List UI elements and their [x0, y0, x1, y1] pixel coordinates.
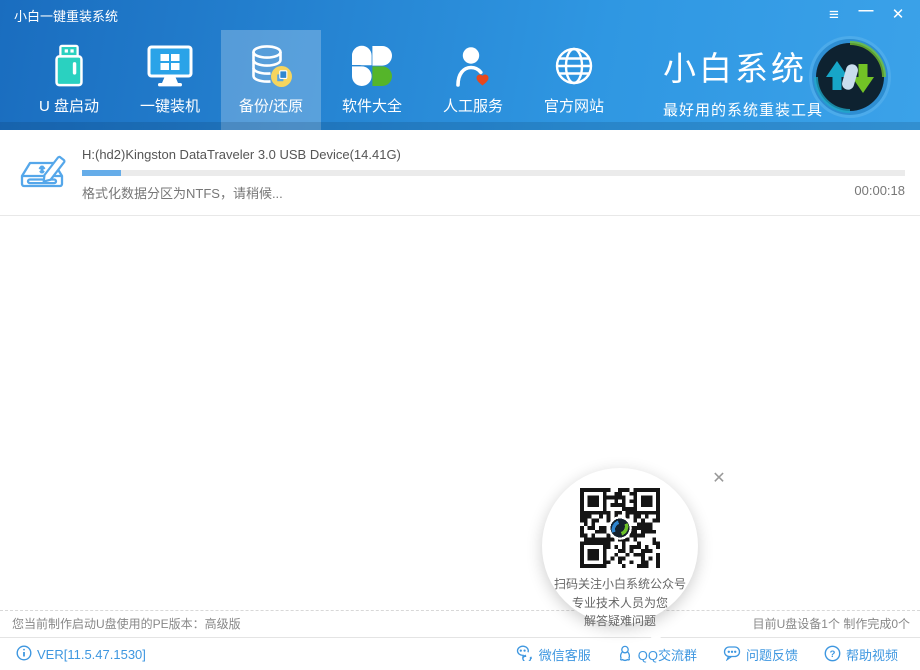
wechat-icon [516, 645, 534, 664]
tab-label: 软件大全 [342, 95, 402, 116]
disk-write-icon [16, 145, 70, 202]
elapsed-time: 00:00:18 [854, 183, 905, 198]
qr-close-icon[interactable]: ✕ [709, 469, 729, 489]
footer-link-label: 微信客服 [539, 645, 591, 664]
qr-caption-line: 解答疑难问题 [542, 612, 698, 631]
tab-one-key-install[interactable]: 一键装机 [120, 30, 220, 130]
qr-caption: 扫码关注小白系统公众号 专业技术人员为您 解答疑难问题 [542, 575, 698, 631]
qq-icon [617, 645, 633, 665]
close-icon[interactable]: ✕ [882, 0, 914, 30]
qq-group-link[interactable]: QQ交流群 [617, 645, 697, 665]
window-controls: ≡ — ✕ [818, 0, 914, 30]
qr-code [542, 488, 698, 573]
globe-icon [551, 41, 597, 91]
monitor-icon [146, 41, 194, 91]
nav-tabs: U 盘启动 一键装机 [19, 30, 625, 130]
person-heart-icon [450, 41, 496, 91]
footer-link-label: 问题反馈 [746, 645, 798, 664]
menu-icon[interactable]: ≡ [818, 0, 850, 30]
nav-bottom-band [0, 122, 920, 130]
tab-label: 官方网站 [544, 95, 604, 116]
help-icon: ? [824, 645, 841, 665]
titlebar: 小白一键重装系统 ≡ — ✕ [0, 0, 920, 30]
tab-label: 人工服务 [443, 95, 503, 116]
progress-bar-fill [82, 170, 121, 176]
tab-usb-boot[interactable]: U 盘启动 [19, 30, 119, 130]
progress-status: 格式化数据分区为NTFS，请稍候... [82, 183, 283, 202]
tab-backup-restore[interactable]: 备份/还原 [221, 30, 321, 130]
tab-label: 备份/还原 [239, 95, 303, 116]
tab-software[interactable]: 软件大全 [322, 30, 422, 130]
brand-name: 小白系统 [663, 42, 823, 90]
tab-support[interactable]: 人工服务 [423, 30, 523, 130]
database-backup-icon [248, 41, 294, 91]
device-name: H:(hd2)Kingston DataTraveler 3.0 USB Dev… [82, 147, 401, 162]
help-video-link[interactable]: ? 帮助视频 [824, 645, 898, 665]
tab-label: 一键装机 [140, 95, 200, 116]
brand-logo-icon [808, 35, 892, 124]
footer-link-label: QQ交流群 [638, 645, 697, 664]
usb-device-count-text: 目前U盘设备1个 制作完成0个 [753, 611, 910, 638]
svg-text:?: ? [830, 649, 836, 660]
qr-caption-line: 专业技术人员为您 [542, 594, 698, 613]
tab-label: U 盘启动 [39, 95, 99, 116]
footer-links: 微信客服 QQ交流群 [516, 639, 898, 670]
app-window: 小白一键重装系统 ≡ — ✕ U 盘启动 [0, 0, 920, 670]
clover-apps-icon [350, 41, 394, 91]
header: 小白一键重装系统 ≡ — ✕ U 盘启动 [0, 0, 920, 130]
wechat-support-link[interactable]: 微信客服 [516, 645, 591, 664]
brand: 小白系统 最好用的系统重装工具 [663, 42, 823, 120]
feedback-link[interactable]: 问题反馈 [723, 645, 798, 664]
footer-link-label: 帮助视频 [846, 645, 898, 664]
tab-website[interactable]: 官方网站 [524, 30, 624, 130]
usb-drive-icon [46, 41, 92, 91]
brand-tagline: 最好用的系统重装工具 [663, 99, 823, 120]
footer: VER[11.5.47.1530] 微信客服 [0, 639, 920, 670]
minimize-icon[interactable]: — [850, 0, 882, 30]
progress-panel: H:(hd2)Kingston DataTraveler 3.0 USB Dev… [0, 130, 920, 216]
pe-version-text: 您当前制作启动U盘使用的PE版本：高级版 [12, 611, 241, 638]
qr-popup: 扫码关注小白系统公众号 专业技术人员为您 解答疑难问题 [542, 468, 698, 624]
window-title: 小白一键重装系统 [14, 6, 118, 25]
status-bar: 您当前制作启动U盘使用的PE版本：高级版 目前U盘设备1个 制作完成0个 [0, 610, 920, 638]
feedback-icon [723, 645, 741, 664]
info-icon [16, 645, 32, 664]
qr-caption-line: 扫码关注小白系统公众号 [542, 575, 698, 594]
version-label: VER[11.5.47.1530] [37, 647, 146, 662]
progress-bar [82, 170, 905, 176]
version-button[interactable]: VER[11.5.47.1530] [16, 639, 146, 670]
